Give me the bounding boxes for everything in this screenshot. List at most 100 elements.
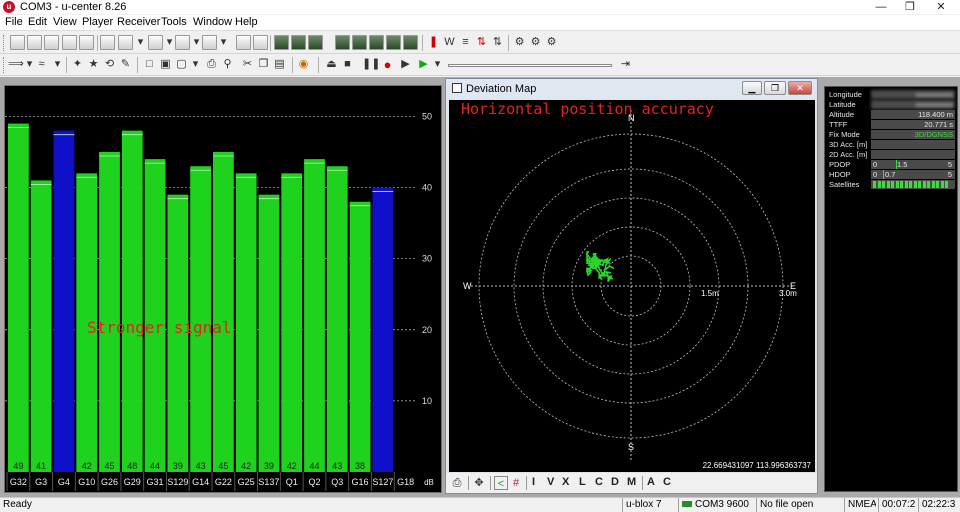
toolbar-grip[interactable] [3,35,6,51]
print-icon[interactable]: ⎙ [204,57,219,72]
new-file-icon[interactable]: □ [142,57,157,72]
tool-v[interactable]: V [547,476,554,488]
docking-button-1[interactable] [10,35,25,50]
copy-icon[interactable]: ❐ [256,57,271,72]
docking-button-2[interactable] [27,35,42,50]
histogram-button[interactable] [202,35,217,50]
plugin-icon[interactable]: ⚙ [512,35,527,50]
spectrum-icon[interactable]: ≡ [458,35,473,50]
tune-icon[interactable]: ⇅ [490,35,505,50]
play-icon[interactable]: ▶ [416,57,431,72]
satellite-view-button[interactable] [253,35,268,50]
menu-receiver[interactable]: Receiver [117,16,160,28]
tool-c2[interactable]: C [663,476,671,488]
chevron-down-icon[interactable]: ▾ [50,57,65,72]
data-view-button[interactable] [308,35,323,50]
tool-l[interactable]: L [579,476,586,488]
statistics-button[interactable] [386,35,401,50]
w-icon[interactable]: W [442,35,457,50]
table-view-button[interactable] [148,35,163,50]
signal-bar[interactable] [213,152,234,472]
plugin-settings-icon[interactable]: ⚙ [528,35,543,50]
tool-i[interactable]: I [532,476,535,488]
chevron-down-icon[interactable]: ▾ [133,35,148,50]
signal-bar[interactable] [372,187,394,473]
restore-button[interactable]: ❐ [764,81,786,95]
toolbar-grip[interactable] [3,57,6,73]
close-button[interactable]: ✕ [926,0,956,14]
chart-view-button[interactable] [175,35,190,50]
spectrum-button[interactable] [403,35,418,50]
menu-help[interactable]: Help [235,16,258,28]
move-icon[interactable]: ✥ [472,476,486,490]
step-icon[interactable]: ▶ [398,57,413,72]
signal-bar[interactable] [235,173,257,472]
reset-icon[interactable]: ⟲ [102,57,117,72]
text-console-button[interactable] [79,35,94,50]
signal-bar[interactable] [281,173,303,472]
tool-d[interactable]: D [611,476,619,488]
open-folder-icon[interactable]: ▢ [174,57,189,72]
signal-bar[interactable] [99,152,120,472]
packet-console-button[interactable] [100,35,115,50]
connection-icon[interactable]: ⟹ [8,57,24,72]
minimize-button[interactable]: ▁ [742,81,762,95]
close-button[interactable]: ✕ [788,81,812,95]
playback-slider[interactable] [448,64,612,67]
debug-icon[interactable]: ★ [86,57,101,72]
paste-icon[interactable]: ▤ [272,57,287,72]
tool-a[interactable]: A [647,476,655,488]
category-label: G29 [124,477,141,487]
signal-bar[interactable] [53,130,75,472]
signal-bar[interactable] [326,166,348,472]
chevron-down-icon[interactable]: ▾ [430,57,445,72]
tool-x[interactable]: X [562,476,569,488]
record-settings-icon[interactable]: ◉ [296,57,311,72]
minimize-button[interactable]: — [866,0,896,14]
dashboard-button[interactable] [335,35,350,50]
signal-bar[interactable] [121,130,143,472]
signal-bar[interactable] [349,201,371,472]
window-view-button[interactable] [62,35,77,50]
compass-button[interactable] [352,35,367,50]
docking-button-3[interactable] [44,35,59,50]
level-view-button[interactable] [291,35,306,50]
tool-m[interactable]: M [627,476,636,488]
maximize-button[interactable]: ❐ [895,0,925,14]
menu-player[interactable]: Player [82,16,113,28]
signal-bar[interactable] [304,159,325,472]
tool-c[interactable]: C [595,476,603,488]
edit-icon[interactable]: ✎ [118,57,133,72]
pause-icon[interactable]: ❚❚ [362,57,380,72]
menu-file[interactable]: File [5,16,23,28]
signal-bar[interactable] [258,194,280,472]
menu-view[interactable]: View [53,16,77,28]
record-icon[interactable]: ● [380,57,395,72]
binary-console-button[interactable] [118,35,133,50]
signal-bar[interactable] [144,159,166,472]
signal-bar[interactable] [30,180,52,472]
deviation-map-button[interactable] [274,35,289,50]
sky-view-button[interactable] [236,35,251,50]
menu-tools[interactable]: Tools [161,16,187,28]
save-icon[interactable]: ▣ [158,57,173,72]
print-preview-icon[interactable]: ⚲ [220,57,235,72]
less-icon[interactable]: < [494,476,508,490]
wand-icon[interactable]: ✦ [70,57,85,72]
chevron-down-icon[interactable]: ▾ [188,57,203,72]
bar-chart-icon[interactable]: ❚ [426,35,441,50]
clock-button[interactable] [369,35,384,50]
signal-bar[interactable] [8,123,29,473]
print-icon[interactable]: ⎙ [450,476,464,490]
chevron-down-icon[interactable]: ▾ [216,35,231,50]
plugin-run-icon[interactable]: ⚙ [544,35,559,50]
menu-window[interactable]: Window [193,16,232,28]
menu-edit[interactable]: Edit [28,16,47,28]
skip-end-icon[interactable]: ⇥ [618,57,633,72]
cut-icon[interactable]: ✂ [240,57,255,72]
sync-icon[interactable]: ⇅ [474,35,489,50]
baudrate-icon[interactable]: ≈ [34,57,49,72]
stop-icon[interactable]: ■ [340,57,355,72]
grid-icon[interactable]: # [509,476,523,490]
eject-icon[interactable]: ⏏ [324,57,339,72]
